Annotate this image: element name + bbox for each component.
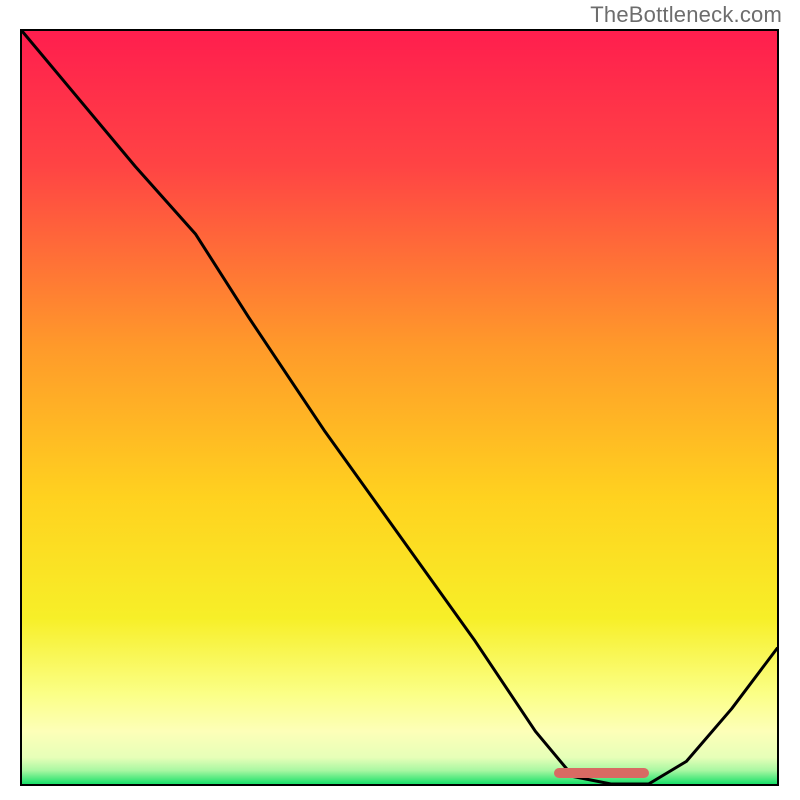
chart-stage: TheBottleneck.com (0, 0, 800, 800)
optimal-range-marker (554, 768, 648, 778)
watermark-text: TheBottleneck.com (590, 2, 782, 28)
bottleneck-curve-line (22, 31, 777, 784)
plot-frame (20, 29, 779, 786)
